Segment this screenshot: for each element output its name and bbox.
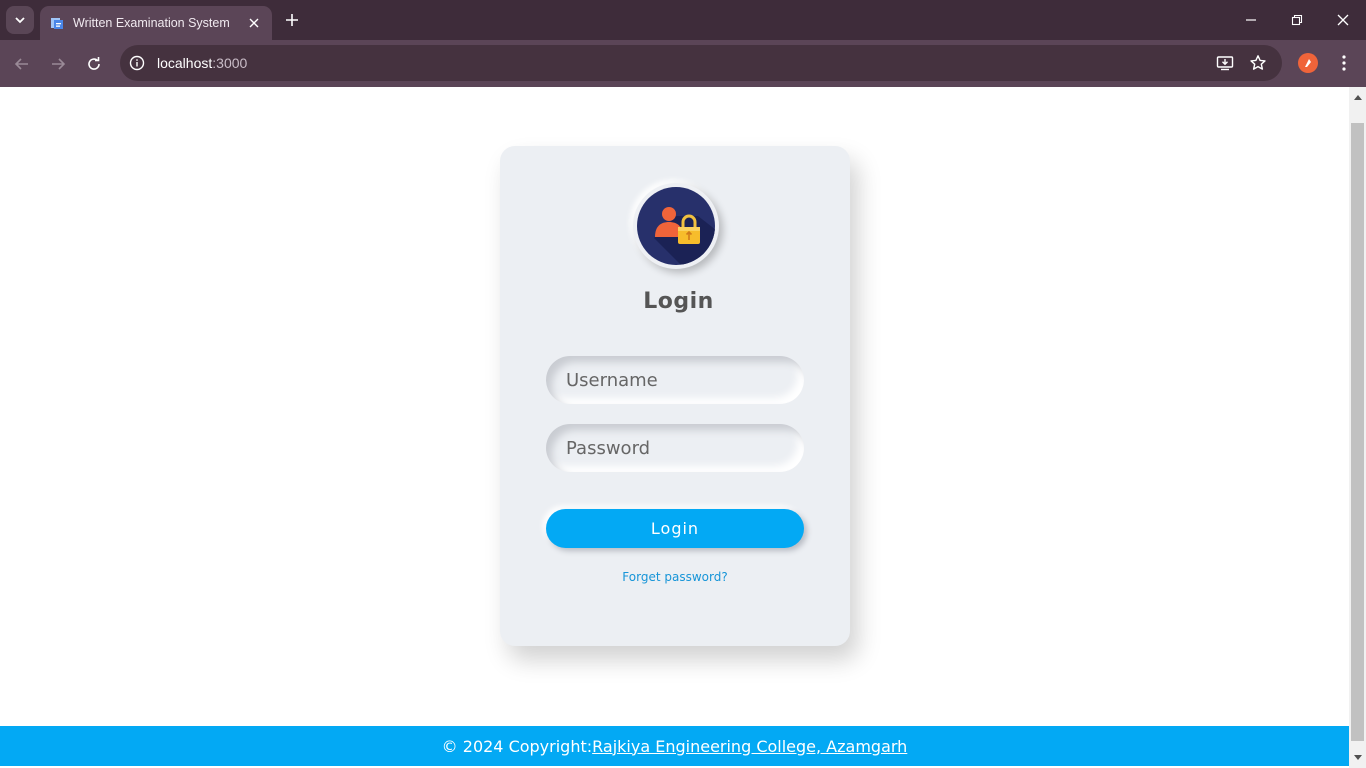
arrow-right-icon [52,58,66,70]
user-lock-icon [637,187,715,265]
url-text: localhost:3000 [157,55,247,71]
profile-avatar[interactable] [1298,53,1318,73]
forward-button[interactable] [44,50,72,78]
scroll-up-arrow-icon[interactable] [1349,89,1366,105]
scrollbar-thumb[interactable] [1351,123,1364,741]
forgot-password-link[interactable]: Forget password? [500,570,850,584]
tab-title: Written Examination System [73,16,230,30]
tab-search-button[interactable] [6,6,34,34]
password-input[interactable] [546,424,804,472]
site-info-icon[interactable] [125,51,149,75]
arrow-left-icon [14,58,28,70]
url-host: localhost [157,55,213,71]
plus-icon [286,14,298,26]
close-icon [1337,14,1349,26]
copyright-text: © 2024 Copyright: [441,736,593,756]
browser-toolbar: localhost:3000 [0,40,1366,87]
url-port: :3000 [212,55,248,71]
page-scrollbar[interactable] [1349,87,1366,768]
scroll-down-arrow-icon[interactable] [1349,750,1366,766]
login-logo [633,183,719,269]
profile-icon [1305,59,1311,67]
address-bar[interactable]: localhost:3000 [120,45,1282,81]
close-window-button[interactable] [1329,8,1357,32]
chevron-down-icon [15,17,25,24]
browser-menu-button[interactable] [1332,51,1356,75]
install-app-icon[interactable] [1214,52,1236,74]
reload-button[interactable] [80,50,108,78]
close-tab-icon[interactable] [246,15,262,31]
minimize-icon [1246,19,1256,21]
college-link[interactable]: Rajkiya Engineering College, Azamgarh [592,737,907,756]
new-tab-button[interactable] [280,8,304,32]
page-footer: © 2024 Copyright: Rajkiya Engineering Co… [0,726,1349,766]
restore-icon [1291,14,1303,26]
reload-icon [88,57,100,70]
active-tab[interactable]: Written Examination System [40,6,272,40]
browser-tab-strip: Written Examination System [0,0,1366,40]
page-viewport: Login Login Forget password? © 2024 Copy… [0,87,1349,768]
login-card: Login Login Forget password? [500,146,850,646]
favicon-icon [51,18,63,29]
login-button[interactable]: Login [546,509,804,548]
login-title: Login [643,289,714,314]
restore-button[interactable] [1283,8,1311,32]
back-button[interactable] [8,50,36,78]
username-input[interactable] [546,356,804,404]
bookmark-star-icon[interactable] [1247,52,1269,74]
minimize-button[interactable] [1237,8,1265,32]
more-vertical-icon [1342,55,1346,71]
